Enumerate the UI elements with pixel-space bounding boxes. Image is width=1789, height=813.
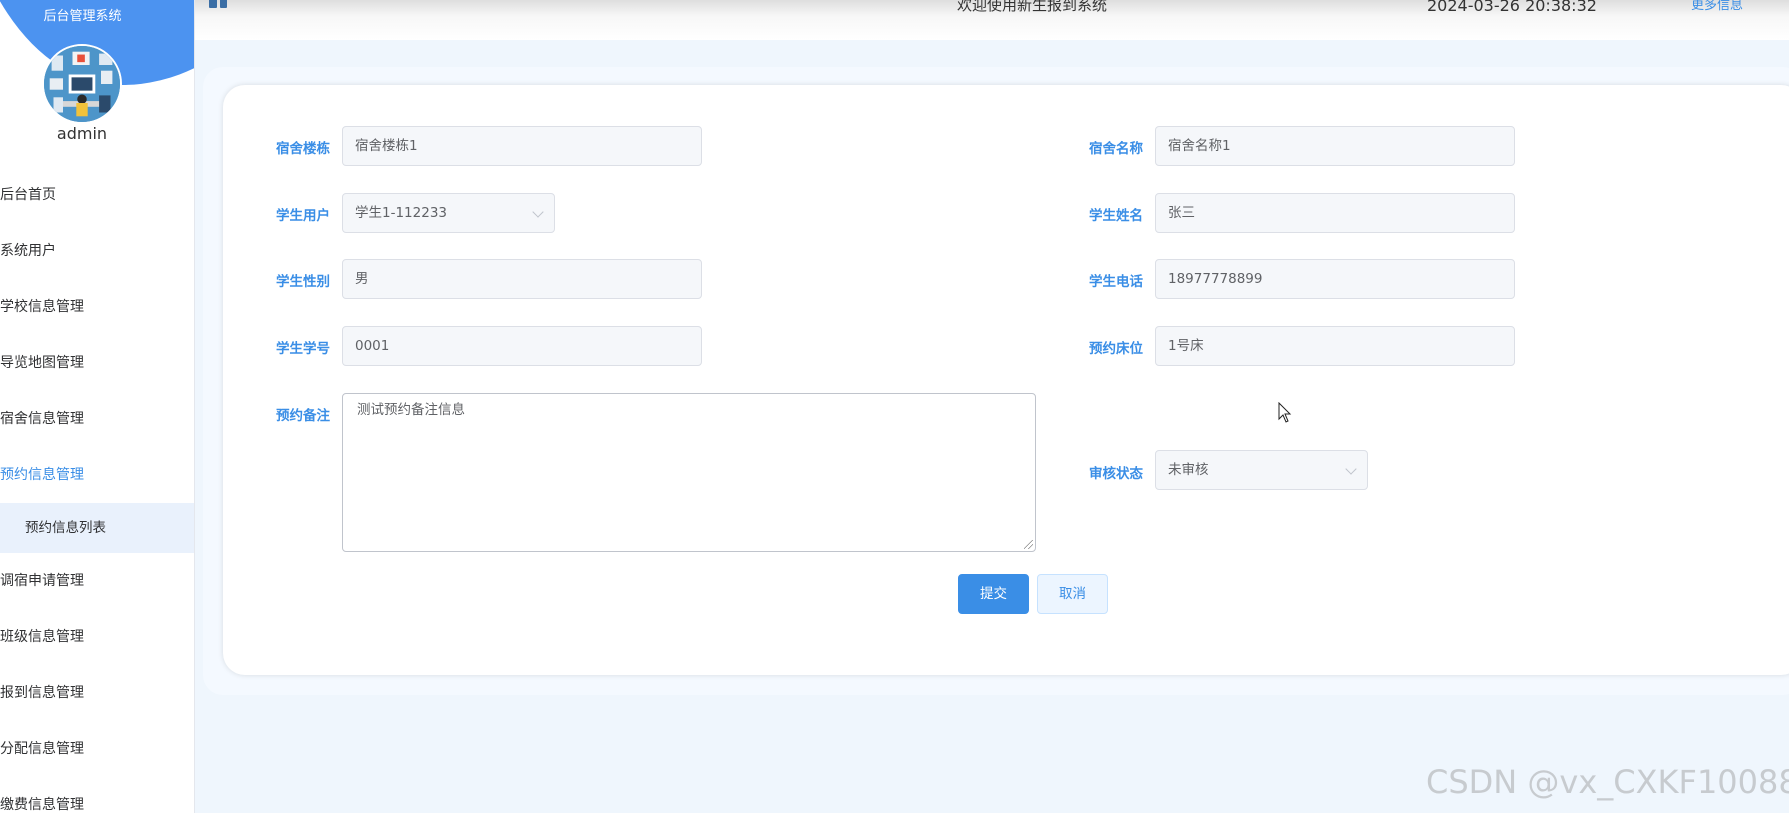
resize-handle-icon[interactable] bbox=[1024, 540, 1033, 549]
remark-textarea[interactable]: 测试预约备注信息 bbox=[342, 393, 1036, 552]
student-user-select[interactable]: 学生1-112233 bbox=[342, 193, 555, 233]
status-label: 审核状态 bbox=[1089, 466, 1143, 482]
username: admin bbox=[56, 124, 108, 143]
dorm-name-field[interactable]: 宿舍名称1 bbox=[1155, 126, 1515, 166]
menu-toggle-icon[interactable] bbox=[209, 0, 227, 8]
sidebar-menu: 后台首页 系统用户 学校信息管理 导览地图管理 宿舍信息管理 预约信息管理 预约… bbox=[0, 167, 194, 813]
sidebar-item-allocation-info[interactable]: 分配信息管理 bbox=[0, 721, 194, 777]
building-label: 宿舍楼栋 bbox=[276, 141, 330, 157]
brand-title: 后台管理系统 bbox=[43, 9, 122, 24]
welcome-text: 欢迎使用新生报到系统 bbox=[957, 0, 1108, 14]
gender-label: 学生性别 bbox=[276, 274, 330, 290]
submit-button[interactable]: 提交 bbox=[958, 574, 1029, 614]
chevron-down-icon bbox=[1345, 463, 1357, 475]
sidebar-item-reservation-info[interactable]: 预约信息管理 bbox=[0, 447, 194, 503]
sidebar-item-checkin-info[interactable]: 报到信息管理 bbox=[0, 665, 194, 721]
sidebar-item-guide-map[interactable]: 导览地图管理 bbox=[0, 335, 194, 391]
sidebar-item-dorm-info[interactable]: 宿舍信息管理 bbox=[0, 391, 194, 447]
student-no-label: 学生学号 bbox=[276, 341, 330, 357]
sidebar-subitem-reservation-list[interactable]: 预约信息列表 bbox=[0, 503, 194, 553]
sidebar: 后台管理系统 admin 后台首页 系统用户 学校信息管理 导览地图管理 宿舍信… bbox=[0, 0, 195, 813]
topbar: 欢迎使用新生报到系统 2024-03-26 20:38:32 更多信息 bbox=[195, 0, 1789, 40]
current-datetime: 2024-03-26 20:38:32 bbox=[1427, 0, 1597, 15]
bed-label: 预约床位 bbox=[1089, 341, 1143, 357]
student-user-value: 学生1-112233 bbox=[355, 205, 447, 221]
status-select[interactable]: 未审核 bbox=[1155, 450, 1368, 490]
mouse-cursor-icon bbox=[1278, 402, 1292, 423]
phone-label: 学生电话 bbox=[1089, 274, 1143, 290]
avatar[interactable] bbox=[42, 44, 122, 124]
student-user-label: 学生用户 bbox=[276, 208, 330, 224]
cancel-button[interactable]: 取消 bbox=[1037, 574, 1108, 614]
sidebar-item-school-info[interactable]: 学校信息管理 bbox=[0, 279, 194, 335]
avatar-image bbox=[44, 46, 120, 122]
dorm-name-label: 宿舍名称 bbox=[1089, 141, 1143, 157]
watermark: CSDN @vx_CXKF10088 bbox=[1426, 763, 1789, 801]
sidebar-item-system-users[interactable]: 系统用户 bbox=[0, 223, 194, 279]
phone-field[interactable]: 18977778899 bbox=[1155, 259, 1515, 299]
gender-field[interactable]: 男 bbox=[342, 259, 702, 299]
sidebar-item-payment-info[interactable]: 缴费信息管理 bbox=[0, 777, 194, 813]
status-value: 未审核 bbox=[1168, 462, 1209, 478]
student-name-label: 学生姓名 bbox=[1089, 208, 1143, 224]
sidebar-item-home[interactable]: 后台首页 bbox=[0, 167, 194, 223]
chevron-down-icon bbox=[532, 206, 544, 218]
sidebar-item-dorm-transfer[interactable]: 调宿申请管理 bbox=[0, 553, 194, 609]
remark-label: 预约备注 bbox=[276, 408, 330, 424]
more-info-link[interactable]: 更多信息 bbox=[1691, 0, 1743, 13]
sidebar-item-class-info[interactable]: 班级信息管理 bbox=[0, 609, 194, 665]
bed-field[interactable]: 1号床 bbox=[1155, 326, 1515, 366]
remark-value: 测试预约备注信息 bbox=[357, 402, 465, 418]
building-field[interactable]: 宿舍楼栋1 bbox=[342, 126, 702, 166]
student-name-field[interactable]: 张三 bbox=[1155, 193, 1515, 233]
student-no-field[interactable]: 0001 bbox=[342, 326, 702, 366]
